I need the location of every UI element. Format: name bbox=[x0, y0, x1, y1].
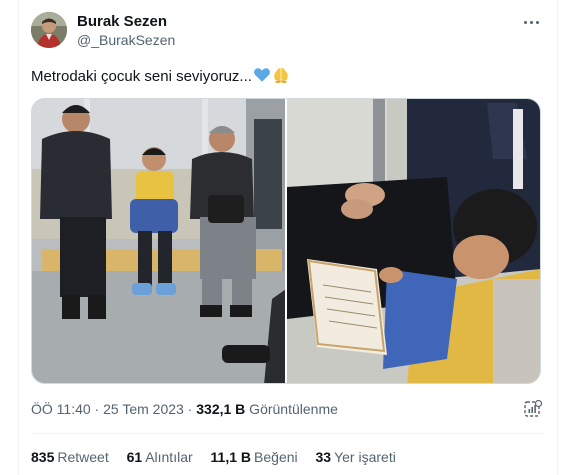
likes-stat[interactable]: 11,1 B Beğeni bbox=[211, 448, 298, 466]
timestamp[interactable]: ÖÖ 11:40 · 25 Tem 2023 · bbox=[31, 401, 196, 417]
views-count: 332,1 B bbox=[196, 401, 246, 417]
quotes-label: Alıntılar bbox=[145, 449, 193, 465]
author-handle[interactable]: @_BurakSezen bbox=[77, 31, 175, 50]
media-grid bbox=[31, 98, 541, 384]
tweet-meta: ÖÖ 11:40 · 25 Tem 2023 · 332,1 B Görüntü… bbox=[31, 400, 338, 418]
quotes-count: 61 bbox=[126, 449, 143, 465]
author-display-name[interactable]: Burak Sezen bbox=[77, 12, 175, 31]
tweet-card: Burak Sezen @_BurakSezen Metrodaki çocuk… bbox=[18, 0, 558, 475]
views-label: Görüntülenme bbox=[245, 401, 338, 417]
likes-label: Beğeni bbox=[254, 449, 298, 465]
bookmarks-stat[interactable]: 33 Yer işareti bbox=[316, 448, 396, 466]
retweets-label: Retweet bbox=[57, 449, 109, 465]
blue-heart-icon bbox=[253, 68, 270, 82]
analytics-icon[interactable] bbox=[523, 399, 543, 419]
author-names: Burak Sezen @_BurakSezen bbox=[77, 12, 175, 50]
divider bbox=[31, 433, 545, 434]
likes-count: 11,1 B bbox=[210, 449, 252, 465]
tweet-text-body: Metrodaki çocuk seni seviyoruz... bbox=[31, 68, 252, 85]
tweet-stats: 835 Retweet 61 Alıntılar 11,1 B Beğeni 33 Ye… bbox=[31, 448, 410, 466]
photo-right[interactable] bbox=[287, 99, 540, 383]
tweet-header: Burak Sezen @_BurakSezen bbox=[31, 10, 545, 54]
more-options-icon[interactable] bbox=[519, 10, 543, 34]
avatar[interactable] bbox=[31, 12, 67, 48]
retweets-stat[interactable]: 835 Retweet bbox=[31, 448, 109, 466]
bookmarks-label: Yer işareti bbox=[334, 449, 396, 465]
bookmarks-count: 33 bbox=[315, 449, 332, 465]
quotes-stat[interactable]: 61 Alıntılar bbox=[127, 448, 193, 466]
photo-left[interactable] bbox=[32, 99, 285, 383]
tweet-text: Metrodaki çocuk seni seviyoruz... bbox=[31, 66, 290, 87]
folded-hands-icon bbox=[274, 68, 288, 84]
retweets-count: 835 bbox=[31, 449, 55, 465]
